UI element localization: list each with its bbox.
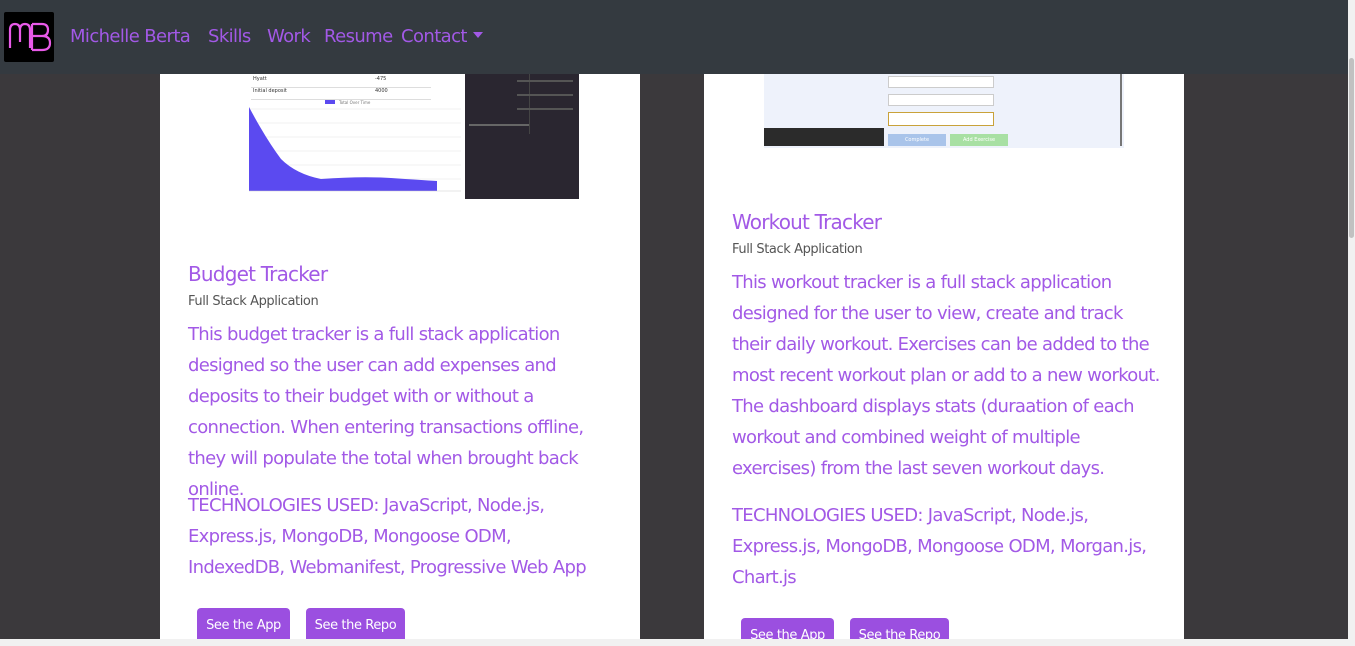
see-repo-button[interactable]: See the Repo bbox=[306, 608, 405, 640]
budget-screenshot: Hyatt -475 Initial deposit 4000 Total Ov… bbox=[221, 74, 579, 199]
see-app-button[interactable]: See the App bbox=[197, 608, 290, 640]
nav-link-contact[interactable]: Contact bbox=[401, 24, 483, 50]
logo[interactable] bbox=[4, 12, 54, 62]
vertical-scrollbar[interactable] bbox=[1348, 0, 1355, 646]
row-value: 4000 bbox=[375, 88, 388, 94]
screenshot-toolbar bbox=[764, 128, 884, 146]
complete-button-preview: Complete bbox=[888, 134, 946, 146]
contact-label: Contact bbox=[401, 26, 467, 47]
row-label: Hyatt bbox=[253, 76, 267, 82]
project-subtitle: Full Stack Application bbox=[188, 294, 319, 309]
scroll-thumb[interactable] bbox=[1349, 58, 1354, 238]
nav-link-skills[interactable]: Skills bbox=[208, 24, 251, 50]
project-card-workout: Complete Add Exercise Workout Tracker Fu… bbox=[704, 74, 1184, 640]
workout-screenshot: Complete Add Exercise bbox=[764, 74, 1124, 148]
add-exercise-button-preview: Add Exercise bbox=[950, 134, 1008, 146]
project-title: Budget Tracker bbox=[188, 262, 328, 286]
row-label: Initial deposit bbox=[253, 88, 287, 94]
project-card-budget: Hyatt -475 Initial deposit 4000 Total Ov… bbox=[160, 74, 640, 640]
project-description: This budget tracker is a full stack appl… bbox=[188, 324, 584, 500]
screenshot-row: Hyatt -475 bbox=[251, 76, 431, 88]
horizontal-scrollbar[interactable] bbox=[0, 639, 1348, 646]
logo-mark-icon bbox=[8, 22, 52, 52]
screenshot-sidebar-panel bbox=[465, 74, 579, 199]
total-chart: Total Over Time bbox=[249, 100, 461, 192]
navbar: Michelle Berta Skills Work Resume Contac… bbox=[0, 0, 1348, 74]
legend-label: Total Over Time bbox=[338, 100, 371, 105]
nav-link-resume[interactable]: Resume bbox=[324, 24, 393, 50]
brand-link[interactable]: Michelle Berta bbox=[70, 24, 191, 50]
project-description: This workout tracker is a full stack app… bbox=[732, 272, 1160, 479]
project-subtitle: Full Stack Application bbox=[732, 242, 863, 257]
row-value: -475 bbox=[375, 76, 387, 82]
project-technologies: TECHNOLOGIES USED: JavaScript, Node.js, … bbox=[188, 495, 587, 578]
see-app-button[interactable]: See the App bbox=[741, 618, 834, 640]
see-repo-button[interactable]: See the Repo bbox=[850, 618, 949, 640]
nav-link-work[interactable]: Work bbox=[267, 24, 311, 50]
project-technologies: TECHNOLOGIES USED: JavaScript, Node.js, … bbox=[732, 505, 1147, 588]
chevron-down-icon bbox=[472, 32, 483, 38]
project-title: Workout Tracker bbox=[732, 210, 882, 234]
